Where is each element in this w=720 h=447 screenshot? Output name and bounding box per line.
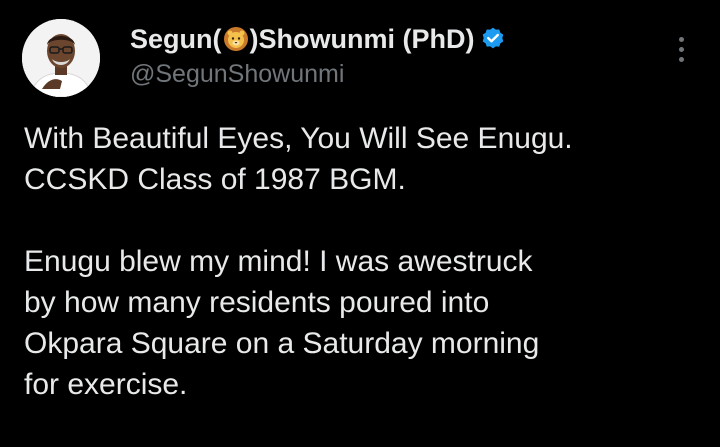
more-dot: [678, 46, 684, 52]
tweet-line: CCSKD Class of 1987 BGM.: [24, 163, 406, 196]
more-dot: [678, 56, 684, 62]
tweet-header: Segun( )Showunmi (PhD) @SegunShowunmi: [130, 20, 660, 89]
display-name[interactable]: Segun( )Showunmi (PhD): [130, 24, 474, 55]
tweet-line: for exercise.: [24, 368, 188, 401]
name-row: Segun( )Showunmi (PhD): [130, 20, 660, 58]
tweet-text: With Beautiful Eyes, You Will See Enugu.…: [24, 118, 704, 405]
more-options-icon[interactable]: [666, 32, 696, 66]
profile-photo: [22, 19, 100, 97]
verified-badge-icon[interactable]: [480, 26, 506, 52]
more-dot: [678, 36, 684, 42]
avatar[interactable]: [22, 19, 100, 97]
user-handle[interactable]: @SegunShowunmi: [130, 60, 660, 89]
lion-face-emoji: [223, 26, 249, 52]
tweet-line: Okpara Square on a Saturday morning: [24, 327, 540, 360]
tweet-line: With Beautiful Eyes, You Will See Enugu.: [24, 122, 573, 155]
tweet: Segun( )Showunmi (PhD) @SegunShowunmi Wi…: [0, 0, 720, 447]
tweet-line: by how many residents poured into: [24, 286, 490, 319]
name-prefix: Segun(: [130, 23, 222, 54]
tweet-line: Enugu blew my mind! I was awestruck: [24, 245, 533, 278]
name-suffix: )Showunmi (PhD): [249, 23, 475, 54]
